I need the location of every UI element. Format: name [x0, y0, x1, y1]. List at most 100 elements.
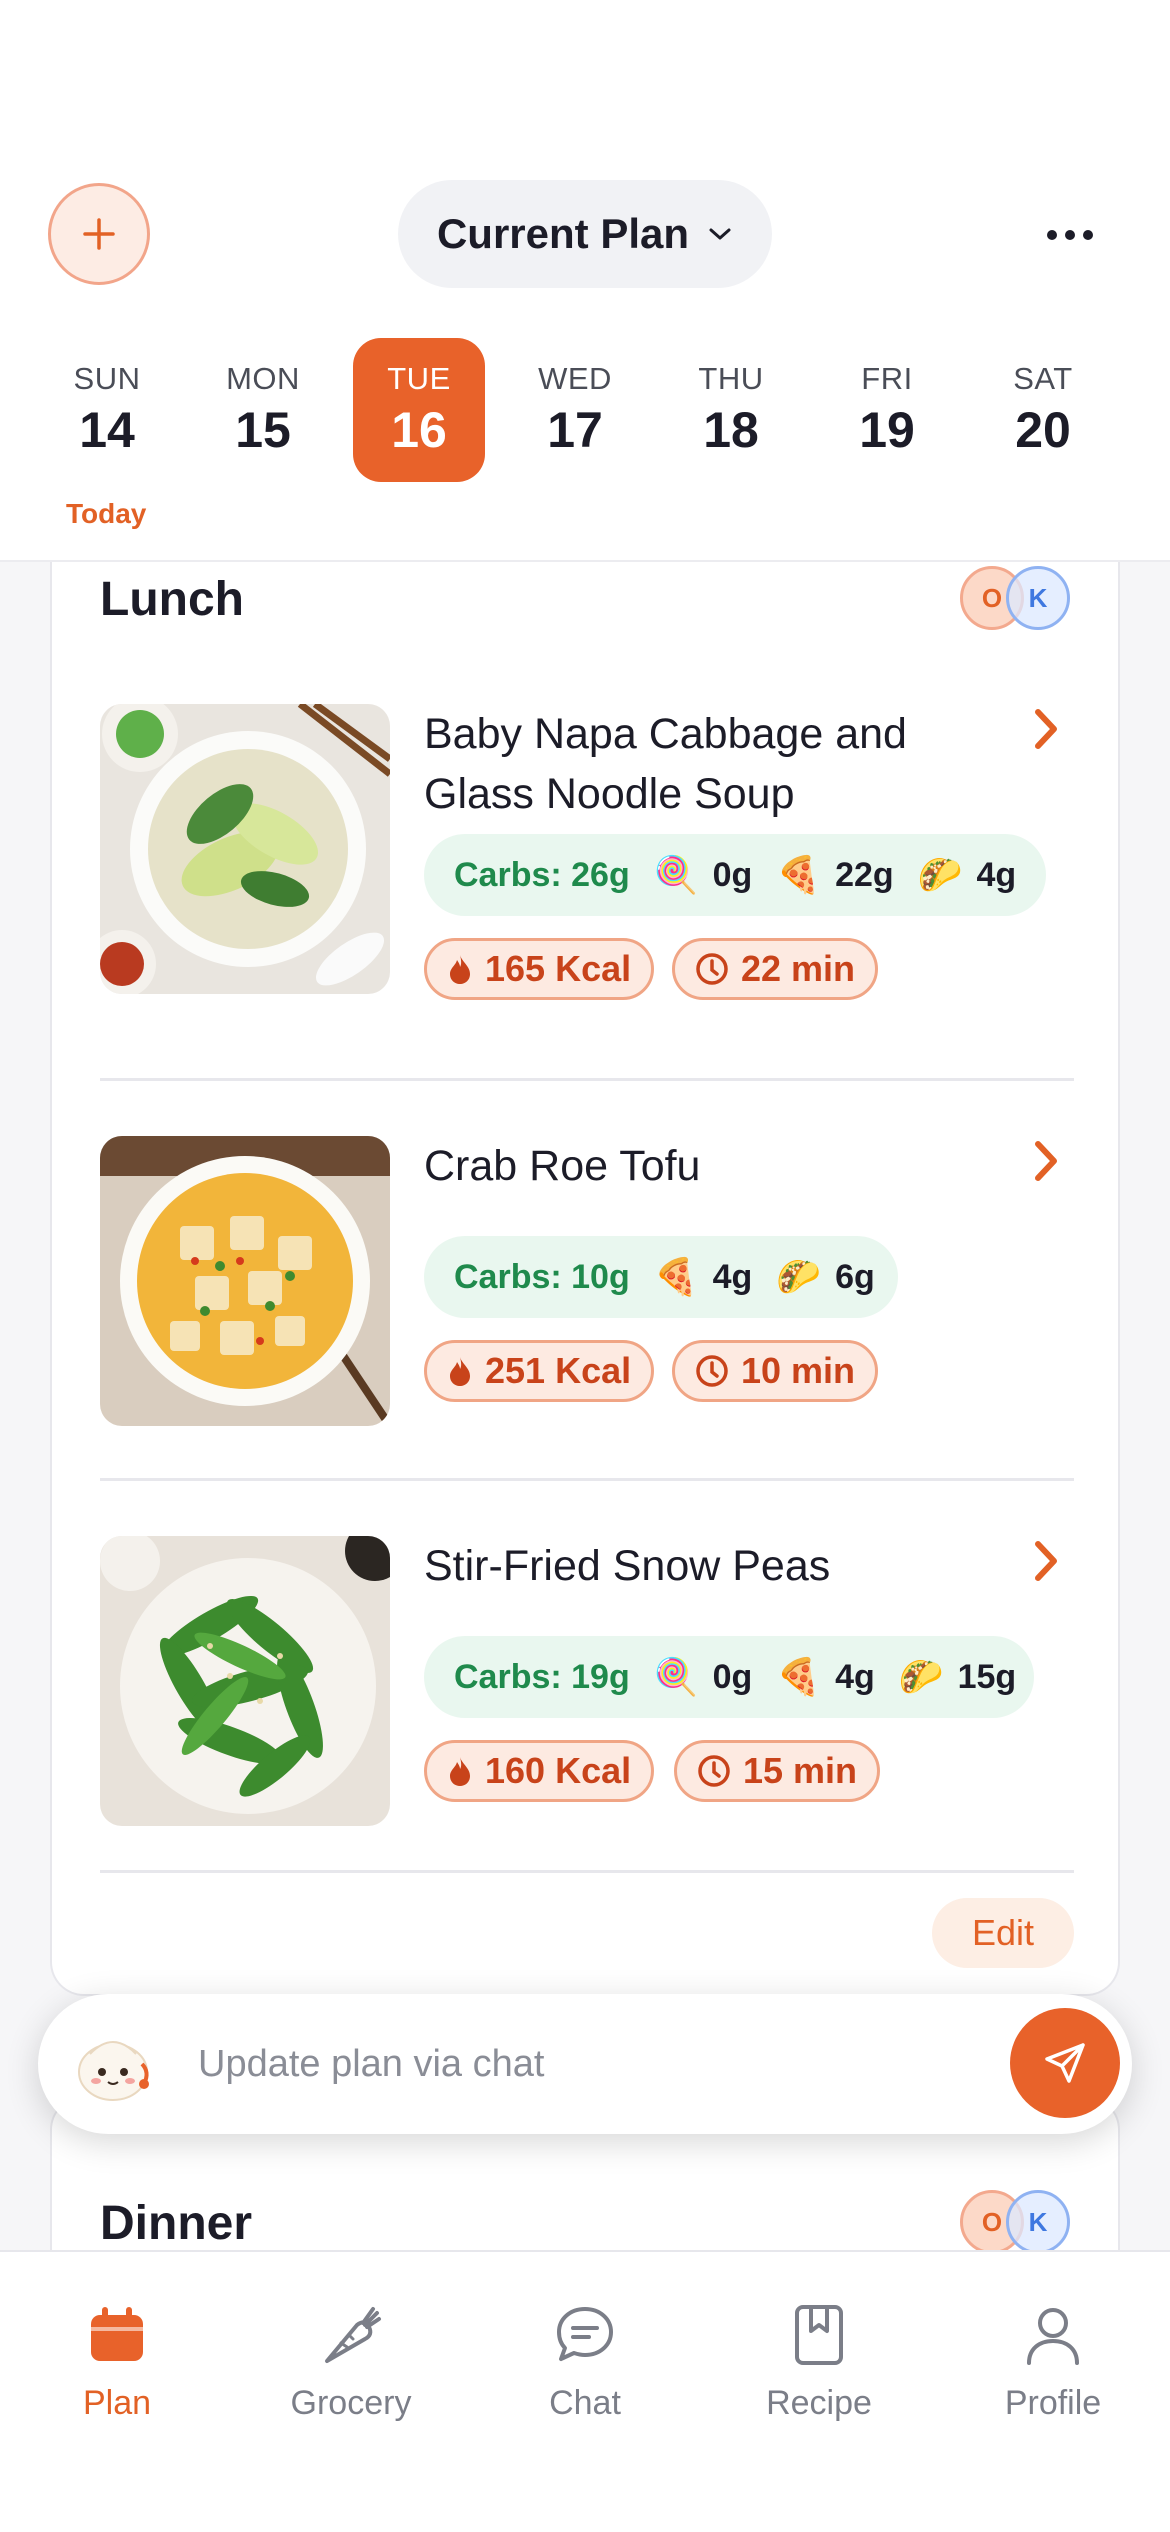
- carbs-value: Carbs: 26g: [454, 855, 630, 894]
- dinner-members[interactable]: O K: [960, 2190, 1072, 2250]
- recipe-title: Baby Napa Cabbage and Glass Noodle Soup: [424, 710, 907, 818]
- protein-value: 22g: [835, 855, 894, 894]
- day-date: 19: [859, 402, 915, 458]
- day-name: MON: [226, 361, 300, 396]
- add-button[interactable]: [48, 183, 150, 285]
- chevron-right-icon[interactable]: [1026, 1536, 1066, 1586]
- recipe-image-crab-roe-tofu: [100, 1136, 390, 1426]
- protein-value: 4g: [835, 1657, 875, 1696]
- day-sun[interactable]: SUN 14: [41, 338, 173, 482]
- macro-badge: Carbs: 26g 🍭 0g 🍕 22g 🌮 4g: [424, 834, 1046, 916]
- lollipop-icon: 🍭: [653, 1656, 699, 1697]
- day-name: TUE: [387, 361, 451, 396]
- fat-value: 15g: [957, 1657, 1017, 1696]
- week-day-selector: SUN 14 MON 15 TUE 16 WED 17 THU 18 FRI 1…: [0, 338, 1170, 488]
- tab-label: Profile: [1004, 2384, 1102, 2422]
- day-fri[interactable]: FRI 19: [821, 338, 953, 482]
- carrot-icon: [325, 2307, 381, 2363]
- bookmark-book-icon: [795, 2305, 843, 2365]
- day-tue-selected[interactable]: TUE 16: [353, 338, 485, 482]
- calendar-icon: [91, 2307, 143, 2361]
- protein-value: 4g: [712, 1257, 753, 1296]
- avatar-k: K: [1006, 566, 1070, 630]
- clock-icon: [696, 953, 728, 985]
- day-date: 17: [547, 402, 603, 458]
- divider: [100, 1078, 1074, 1081]
- lunch-members[interactable]: O K: [960, 566, 1072, 632]
- day-name: WED: [538, 361, 612, 396]
- recipe-item[interactable]: Crab Roe Tofu Carbs: 10g 🍕 4g 🌮 6g 251 K…: [100, 1136, 1074, 1426]
- recipe-image-napa-soup: [100, 704, 390, 994]
- day-name: SAT: [1013, 361, 1073, 396]
- day-name: THU: [698, 361, 764, 396]
- fat-value: 6g: [835, 1257, 875, 1296]
- recipe-title: Crab Roe Tofu: [424, 1142, 701, 1190]
- plus-icon: [83, 218, 115, 250]
- sugar-value: 0g: [712, 855, 753, 894]
- day-sat[interactable]: SAT 20: [977, 338, 1109, 482]
- sugar-value: 0g: [712, 1657, 753, 1696]
- divider: [100, 1478, 1074, 1481]
- calorie-badge: 165 Kcal: [424, 938, 655, 1000]
- more-options-button[interactable]: [1040, 210, 1100, 260]
- day-date: 16: [391, 402, 447, 458]
- calorie-value: 160 Kcal: [485, 1750, 632, 1791]
- tab-grocery[interactable]: Grocery: [234, 2300, 468, 2423]
- avatar-k: K: [1006, 2190, 1070, 2250]
- dumpling-mascot-icon: [78, 2041, 149, 2101]
- divider: [100, 1870, 1074, 1873]
- recipe-item[interactable]: Stir-Fried Snow Peas Carbs: 19g 🍭 0g 🍕 4…: [100, 1536, 1074, 1826]
- clock-icon: [696, 1355, 728, 1387]
- tab-label: Recipe: [766, 2384, 872, 2422]
- day-name: FRI: [861, 361, 913, 396]
- send-button[interactable]: [1010, 2008, 1120, 2118]
- plan-selector-label: Current Plan: [436, 210, 690, 257]
- tab-label: Grocery: [290, 2384, 412, 2422]
- tab-recipe[interactable]: Recipe: [702, 2300, 936, 2423]
- day-date: 18: [703, 402, 759, 458]
- today-label: Today: [66, 498, 147, 529]
- time-badge: 10 min: [672, 1340, 879, 1402]
- header: Current Plan SUN 14 MON 15 TUE 16 WED 17: [0, 0, 1170, 562]
- send-paper-plane-icon: [1045, 2043, 1085, 2083]
- day-mon[interactable]: MON 15: [197, 338, 329, 482]
- clock-icon: [698, 1755, 730, 1787]
- taco-icon: 🌮: [898, 1656, 944, 1697]
- tab-profile[interactable]: Profile: [936, 2300, 1170, 2423]
- carbs-value: Carbs: 19g: [454, 1657, 630, 1696]
- chat-input[interactable]: [198, 2024, 1018, 2104]
- flame-icon: [450, 955, 470, 984]
- time-value: 22 min: [741, 948, 856, 989]
- lunch-title: Lunch: [100, 573, 244, 626]
- time-value: 15 min: [743, 1750, 858, 1791]
- day-date: 14: [79, 402, 135, 458]
- chevron-right-icon[interactable]: [1026, 704, 1066, 754]
- recipe-item[interactable]: Baby Napa Cabbage and Glass Noodle Soup …: [100, 704, 1074, 1000]
- dinner-title: Dinner: [100, 2197, 253, 2250]
- chevron-down-icon: [709, 228, 731, 240]
- calorie-value: 251 Kcal: [485, 1350, 632, 1391]
- time-badge: 15 min: [674, 1740, 881, 1802]
- plan-selector[interactable]: Current Plan: [398, 180, 772, 288]
- macro-badge: Carbs: 10g 🍕 4g 🌮 6g: [424, 1236, 898, 1318]
- tab-chat[interactable]: Chat: [468, 2300, 702, 2423]
- flame-icon: [450, 1357, 470, 1386]
- tab-plan[interactable]: Plan: [0, 2300, 234, 2423]
- macro-badge: Carbs: 19g 🍭 0g 🍕 4g 🌮 15g: [424, 1636, 1034, 1718]
- day-wed[interactable]: WED 17: [509, 338, 641, 482]
- tab-label: Chat: [549, 2384, 621, 2422]
- edit-meal-button[interactable]: Edit: [932, 1898, 1074, 1968]
- pizza-icon: 🍕: [653, 1256, 699, 1297]
- fat-value: 4g: [976, 855, 1017, 894]
- calorie-badge: 160 Kcal: [424, 1740, 655, 1802]
- lollipop-icon: 🍭: [653, 854, 699, 895]
- day-thu[interactable]: THU 18: [665, 338, 797, 482]
- calorie-badge: 251 Kcal: [424, 1340, 655, 1402]
- recipe-title: Stir-Fried Snow Peas: [424, 1542, 831, 1590]
- day-date: 15: [235, 402, 291, 458]
- lunch-card: Lunch O K Baby Napa Cabbage and Glass No…: [50, 562, 1120, 1996]
- recipe-image-snow-peas: [100, 1536, 390, 1826]
- time-value: 10 min: [741, 1350, 856, 1391]
- chevron-right-icon[interactable]: [1026, 1136, 1066, 1186]
- bottom-tab-bar: Plan Grocery Chat Recipe Profile: [0, 2250, 1170, 2532]
